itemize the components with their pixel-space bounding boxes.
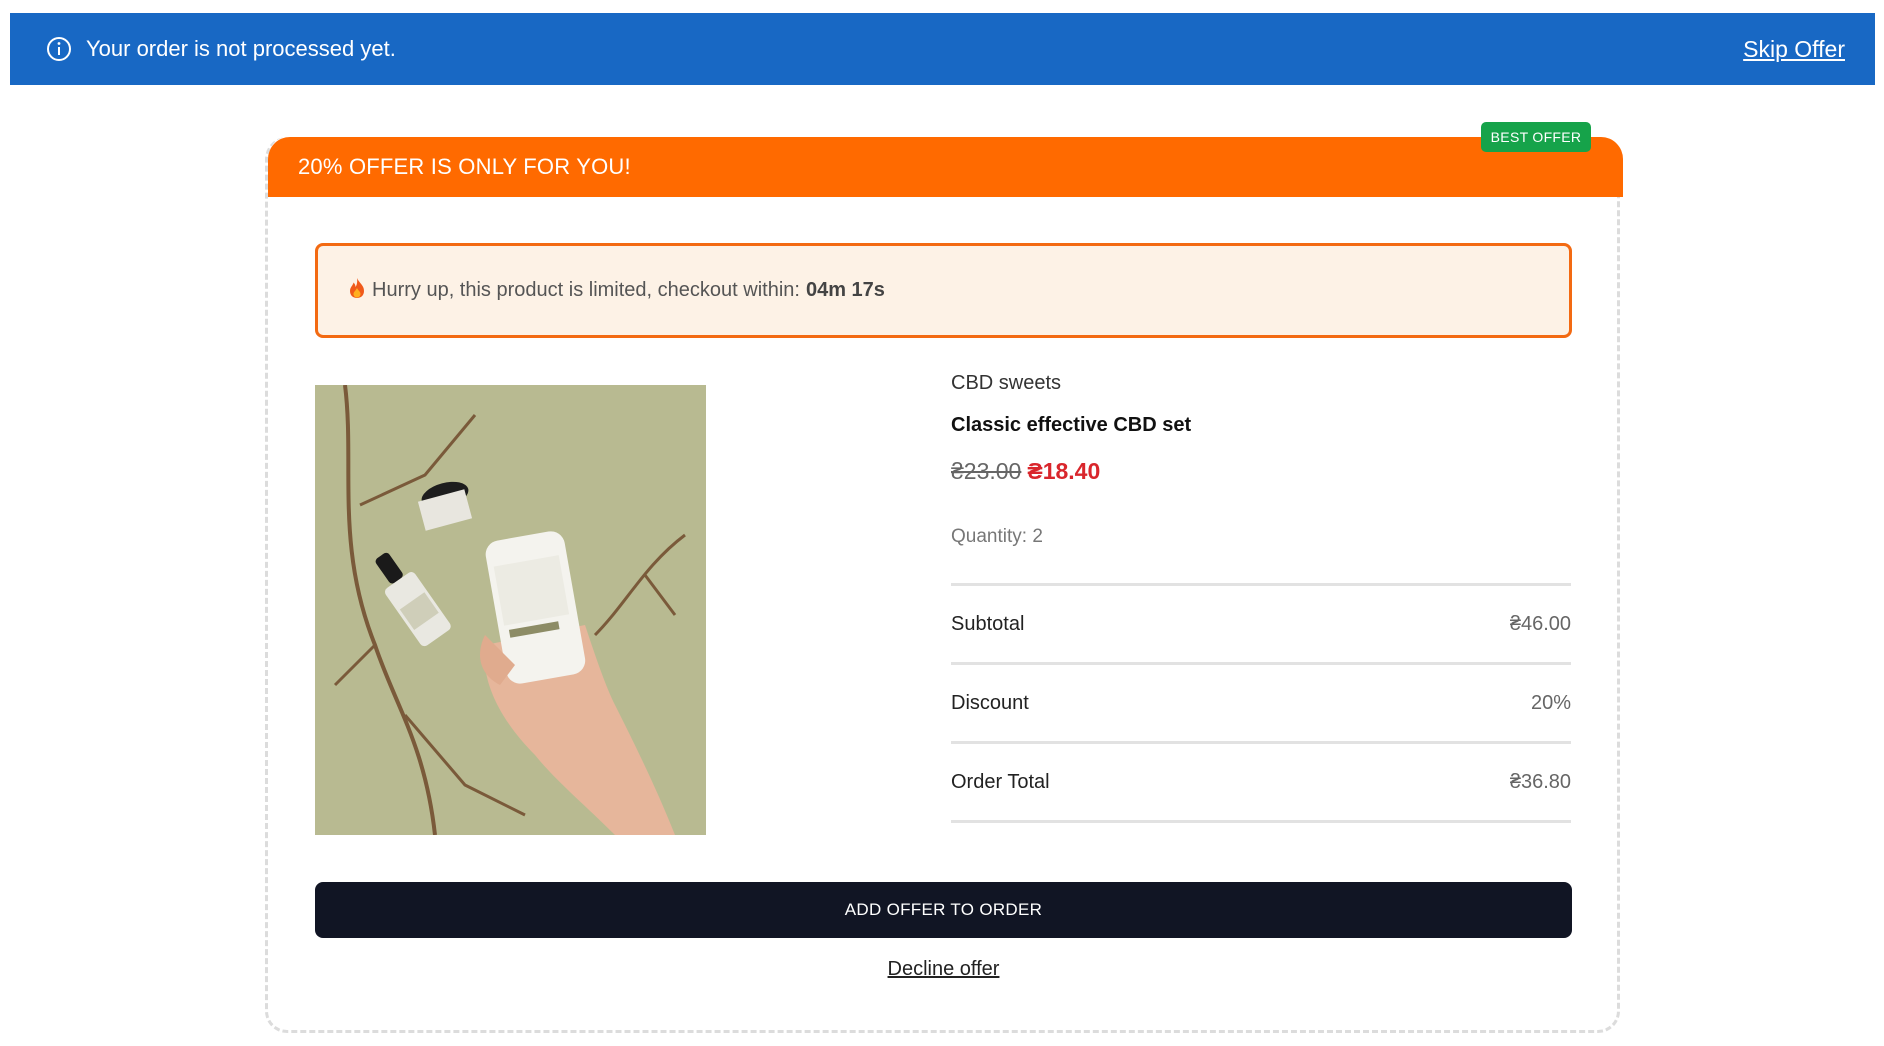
summary-value: 20% <box>1530 691 1571 714</box>
info-icon <box>46 36 72 62</box>
order-summary: Subtotal ₴46.00 Discount 20% Order Total… <box>951 583 1571 823</box>
skip-offer-link[interactable]: Skip Offer <box>1743 36 1845 63</box>
order-notice-bar: Your order is not processed yet. Skip Of… <box>10 13 1875 85</box>
offer-header-text: 20% OFFER IS ONLY FOR YOU! <box>298 154 631 179</box>
summary-value: ₴46.00 <box>1509 612 1571 635</box>
summary-row-discount: Discount 20% <box>951 665 1571 744</box>
urgency-banner: Hurry up, this product is limited, check… <box>315 243 1572 338</box>
fire-icon <box>348 277 366 305</box>
summary-label: Subtotal <box>951 612 1025 635</box>
summary-row-subtotal: Subtotal ₴46.00 <box>951 586 1571 665</box>
countdown-timer: 04m 17s <box>805 279 885 301</box>
summary-value: ₴36.80 <box>1509 770 1571 793</box>
product-quantity: Quantity: 2 <box>951 526 1043 547</box>
urgency-text: Hurry up, this product is limited, check… <box>372 279 800 301</box>
product-category: CBD sweets <box>951 372 1062 394</box>
add-offer-button[interactable]: ADD OFFER TO ORDER <box>315 882 1572 938</box>
decline-offer-link: Decline offer <box>315 958 1572 981</box>
product-prices: ₴23.00 ₴18.40 <box>951 458 1100 485</box>
product-name: Classic effective CBD set <box>951 414 1192 436</box>
summary-label: Discount <box>951 691 1029 714</box>
summary-label: Order Total <box>951 770 1050 793</box>
best-offer-badge: BEST OFFER <box>1481 122 1591 152</box>
notice-text: Your order is not processed yet. <box>86 36 396 61</box>
summary-row-order-total: Order Total ₴36.80 <box>951 744 1571 823</box>
product-image <box>315 385 706 835</box>
offer-header: 20% OFFER IS ONLY FOR YOU! <box>268 137 1623 197</box>
new-price: ₴18.40 <box>1027 458 1101 484</box>
old-price: ₴23.00 <box>951 458 1022 484</box>
decline-offer-link-text[interactable]: Decline offer <box>888 958 1000 980</box>
